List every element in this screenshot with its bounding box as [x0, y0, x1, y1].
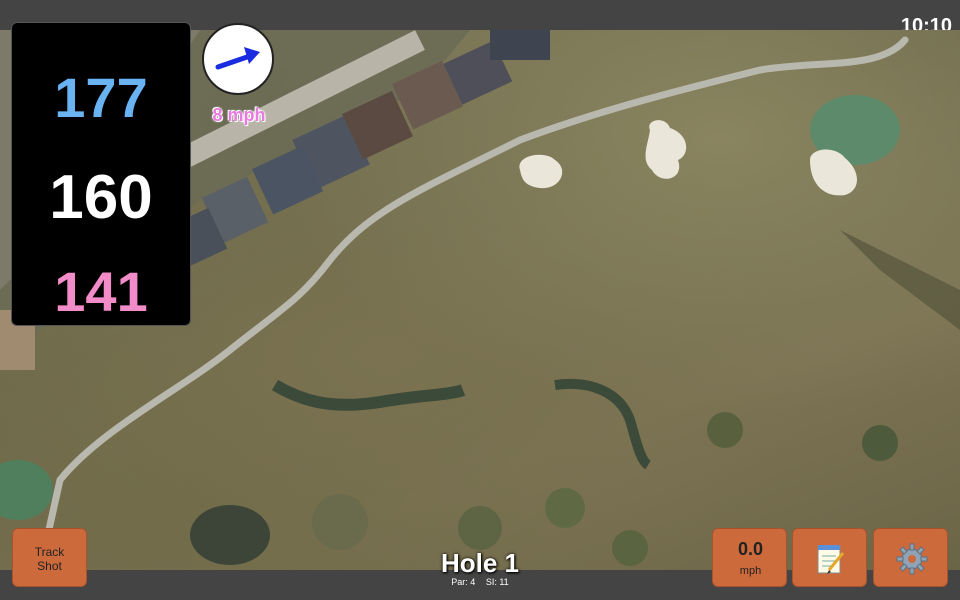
center-distance: 160: [49, 163, 153, 232]
back-distance: 141: [54, 260, 148, 323]
track-shot-button[interactable]: Track Shot: [12, 528, 87, 587]
front-distance: 177: [54, 66, 148, 129]
notes-button[interactable]: [792, 528, 867, 587]
gear-icon: [896, 543, 928, 575]
notepad-icon: [817, 545, 845, 574]
hole-title: Hole 1: [440, 548, 520, 578]
wind-indicator[interactable]: [202, 23, 274, 95]
wind-speed-label: 8 mph: [212, 105, 266, 125]
settings-button[interactable]: [873, 528, 948, 587]
hole-par: Par: 4: [451, 577, 476, 587]
track-shot-label-line2: Shot: [37, 559, 62, 573]
track-shot-label-line1: Track: [34, 545, 65, 559]
wind-speed-value: 0.0: [737, 539, 764, 559]
wind-speed-button[interactable]: 0.0 mph: [712, 528, 787, 587]
hole-stroke-index: SI: 11: [485, 577, 509, 587]
wind-speed-unit: mph: [739, 565, 762, 577]
hole-info: Par: 4 SI: 11: [400, 577, 560, 587]
wind-direction-arrow-icon: [215, 47, 260, 70]
distance-panel: 177 160 141: [11, 22, 191, 326]
